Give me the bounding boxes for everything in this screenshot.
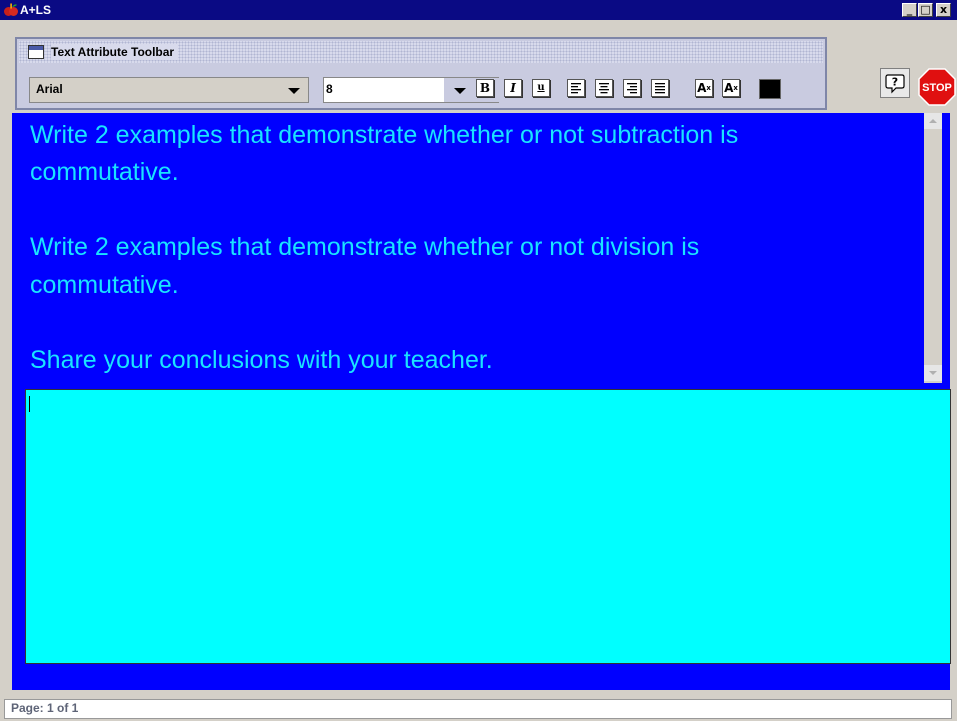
align-right-icon: [627, 83, 637, 94]
question-line: Share your conclusions with your teacher…: [30, 346, 493, 374]
question-line: Write 2 examples that demonstrate whethe…: [30, 233, 700, 261]
superscript-mark-icon: x: [706, 84, 711, 92]
maximize-button[interactable]: □: [918, 3, 933, 17]
question-line: commutative.: [30, 271, 179, 299]
minimize-button[interactable]: _: [902, 3, 917, 17]
align-justify-icon: [655, 83, 665, 94]
align-right-button[interactable]: [623, 79, 641, 97]
help-icon: ?: [885, 74, 905, 94]
help-label: ?: [892, 76, 898, 89]
question-line: commutative.: [30, 158, 179, 186]
status-box: Page: 1 of 1: [4, 699, 952, 719]
text-attribute-toolbar: Text Attribute Toolbar Arial 8 B I u Ax …: [15, 37, 827, 110]
font-family-select[interactable]: Arial: [29, 77, 309, 103]
toolbar-controls: Arial 8 B I u Ax Ax: [17, 69, 825, 105]
superscript-label: A: [697, 81, 707, 95]
answer-text-area[interactable]: [25, 389, 951, 664]
stop-button[interactable]: STOP: [918, 68, 956, 106]
text-color-swatch[interactable]: [759, 79, 781, 99]
toolbar-title: Text Attribute Toolbar: [51, 44, 179, 60]
title-bar: A+LS _ □ x: [0, 0, 957, 20]
question-text: Write 2 examples that demonstrate whethe…: [12, 113, 917, 383]
scroll-down-button[interactable]: [924, 365, 942, 381]
apple-logo-icon: [4, 3, 18, 16]
page-indicator: Page: 1 of 1: [11, 701, 79, 715]
subscript-mark-icon: x: [733, 84, 738, 92]
chevron-down-icon: [288, 88, 300, 94]
align-center-icon: [599, 83, 609, 94]
stop-label: STOP: [922, 82, 952, 94]
font-size-value: 8: [326, 82, 333, 96]
close-button[interactable]: x: [936, 3, 951, 17]
vertical-scrollbar[interactable]: [924, 113, 942, 383]
text-cursor: [29, 396, 30, 412]
subscript-label: A: [724, 81, 734, 95]
align-center-button[interactable]: [595, 79, 613, 97]
subscript-button[interactable]: Ax: [722, 79, 740, 97]
toolbar-title-bar[interactable]: Text Attribute Toolbar: [19, 41, 823, 63]
justify-button[interactable]: [651, 79, 669, 97]
content-panel: Write 2 examples that demonstrate whethe…: [12, 113, 951, 690]
bold-button[interactable]: B: [476, 79, 494, 97]
underline-button[interactable]: u: [532, 79, 550, 97]
italic-button[interactable]: I: [504, 79, 522, 97]
font-size-select[interactable]: 8: [323, 77, 500, 103]
font-family-value: Arial: [36, 82, 63, 96]
align-left-button[interactable]: [567, 79, 585, 97]
help-button[interactable]: ?: [880, 68, 910, 98]
stop-sign-icon: STOP: [918, 68, 956, 106]
scroll-up-button[interactable]: [924, 113, 942, 129]
window-title: A+LS: [20, 3, 52, 17]
window-icon: [28, 45, 44, 59]
superscript-button[interactable]: Ax: [695, 79, 713, 97]
question-line: Write 2 examples that demonstrate whethe…: [30, 121, 739, 149]
chevron-down-icon: [454, 88, 466, 94]
status-bar: Page: 1 of 1: [0, 690, 957, 721]
align-left-icon: [571, 83, 581, 94]
